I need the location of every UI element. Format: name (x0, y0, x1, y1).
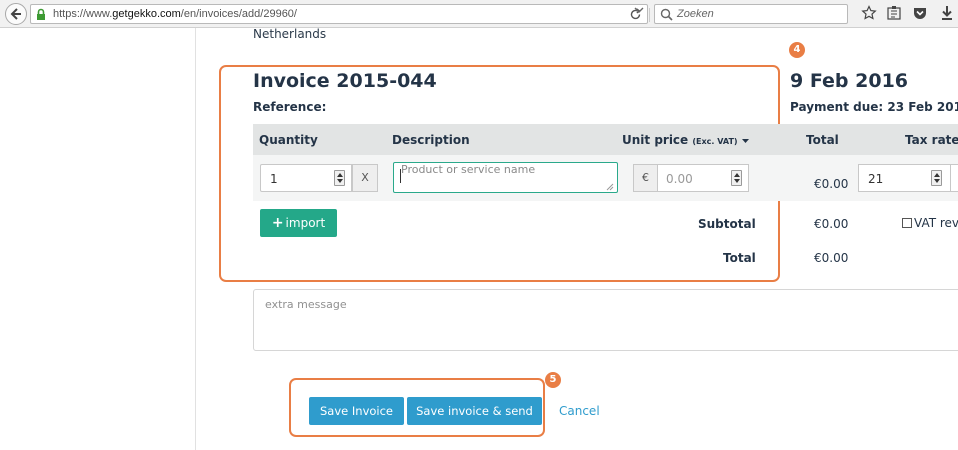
caret-down-icon (741, 139, 749, 143)
vat-reverse-label: VAT rev (914, 216, 958, 230)
total-label: Total (723, 251, 756, 265)
currency-label: € (633, 164, 658, 192)
chevron-down-icon[interactable] (634, 7, 644, 14)
column-total: Total (806, 133, 839, 147)
tax-extra-field[interactable] (950, 164, 958, 192)
checkbox-icon (902, 218, 912, 228)
unit-price-label: Unit price (622, 133, 689, 147)
invoice-date: 9 Feb 2016 (790, 70, 909, 92)
search-bar[interactable]: Zoeken (654, 4, 848, 24)
price-stepper[interactable] (731, 170, 742, 186)
column-description: Description (392, 133, 470, 147)
browser-toolbar: https://www.getgekko.com/en/invoices/add… (0, 0, 958, 28)
import-button[interactable]: + import (260, 209, 337, 237)
unit-price-placeholder: 0.00 (666, 172, 693, 186)
unit-label: X (352, 164, 378, 192)
tax-rate-stepper[interactable] (931, 170, 942, 186)
search-input[interactable]: Zoeken (677, 8, 714, 20)
line-items-header (253, 124, 958, 155)
subtotal-label: Subtotal (698, 217, 756, 231)
star-icon[interactable] (861, 5, 877, 21)
save-and-send-button[interactable]: Save invoice & send (407, 397, 542, 425)
import-label: import (285, 216, 326, 230)
back-button[interactable] (5, 3, 27, 25)
total-value: €0.00 (814, 251, 849, 265)
client-country: Netherlands (253, 27, 327, 41)
payment-due: Payment due: 23 Feb 2016 (790, 100, 958, 114)
back-arrow-icon (10, 8, 21, 20)
sidebar-divider (195, 28, 196, 450)
unit-price-note: (Exc. VAT) (692, 137, 738, 146)
description-input[interactable] (393, 162, 618, 193)
reading-list-icon[interactable] (886, 5, 902, 21)
tax-rate-value: 21 (868, 172, 884, 186)
quantity-value: 1 (270, 172, 278, 186)
quantity-stepper[interactable] (334, 170, 345, 186)
column-tax-rate: Tax rate (905, 133, 958, 147)
text-cursor (400, 169, 401, 183)
lock-icon (37, 8, 45, 20)
unit-price-input[interactable]: 0.00 (657, 164, 749, 192)
subtotal-value: €0.00 (814, 217, 849, 231)
address-bar[interactable]: https://www.getgekko.com/en/invoices/add… (30, 4, 650, 24)
reference-label: Reference: (253, 100, 327, 114)
search-icon (660, 8, 673, 21)
vat-reverse-checkbox[interactable]: VAT rev (902, 216, 958, 230)
extra-message-input[interactable] (253, 289, 958, 351)
quantity-input[interactable]: 1 (260, 164, 352, 192)
step-badge-5: 5 (545, 372, 561, 388)
invoice-title: Invoice 2015-044 (253, 70, 437, 92)
download-icon[interactable] (940, 5, 954, 21)
cancel-link[interactable]: Cancel (559, 404, 600, 418)
url-separator (649, 8, 650, 22)
column-unit-price[interactable]: Unit price (Exc. VAT) (622, 133, 749, 147)
save-invoice-button[interactable]: Save Invoice (309, 397, 404, 425)
plus-icon: + (271, 215, 284, 231)
tax-rate-input[interactable]: 21 (858, 164, 951, 192)
line-total-value: €0.00 (814, 177, 849, 191)
step-badge-4: 4 (789, 42, 805, 58)
column-quantity: Quantity (259, 133, 318, 147)
pocket-icon[interactable] (912, 5, 928, 21)
url-text: https://www.getgekko.com/en/invoices/add… (53, 8, 297, 20)
resize-grip-icon[interactable] (606, 183, 614, 191)
